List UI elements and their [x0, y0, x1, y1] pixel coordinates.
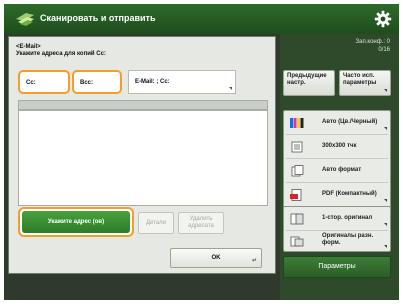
dropdown-arrow-icon — [384, 127, 387, 130]
original-size-label-1: Оригиналы разн. — [322, 233, 374, 239]
color-mode-icon — [290, 118, 304, 128]
file-type-label: PDF (Компактный) — [322, 191, 377, 197]
original-size-label: Оригиналы разн. форм. — [322, 233, 373, 247]
format-label: Авто формат — [322, 167, 362, 173]
specify-address-button[interactable]: Укажите адрес (ов) — [18, 207, 134, 237]
mixed-size-icon — [290, 236, 304, 247]
original-size-label-2: форм. — [322, 240, 341, 246]
color-mode-label: Авто (Цв./Черный) — [322, 119, 378, 125]
original-size-row[interactable]: Оригиналы разн. форм. — [284, 231, 390, 251]
color-mode-row[interactable]: Авто (Цв./Черный) — [284, 113, 390, 133]
dialog-title: <E-Mail> Укажите адреса для копий Cc: — [16, 44, 106, 58]
address-list-header — [18, 100, 268, 110]
parameters-button[interactable]: Параметры — [283, 256, 391, 278]
dialog-title-line-2: Укажите адреса для копий Cc: — [16, 51, 106, 57]
previous-settings-label-2: настр. — [287, 80, 306, 86]
file-type-row[interactable]: PDF (Компактный) — [284, 185, 390, 205]
ok-button[interactable]: OK ↵ — [170, 248, 262, 268]
return-arrow-icon: ↵ — [251, 258, 257, 264]
dropdown-arrow-icon — [384, 245, 387, 248]
dialog-title-line-1: <E-Mail> — [16, 44, 41, 50]
format-row[interactable]: Авто формат — [284, 161, 390, 181]
resolution-icon — [291, 141, 303, 153]
scan-send-icon — [16, 13, 34, 26]
previous-settings-label-1: Предыдущие — [287, 73, 327, 79]
delete-address-label-2: адресата — [188, 223, 214, 229]
dropdown-arrow-icon — [229, 87, 232, 90]
frequent-options-button[interactable]: Часто исп. параметры — [339, 70, 391, 96]
dropdown-arrow-icon — [384, 223, 387, 226]
counter-line-1: Зап.конф.: 0 — [355, 39, 391, 45]
previous-settings-button[interactable]: Предыдущие настр. — [283, 70, 335, 96]
job-counter: Зап.конф.: 0 0/16 — [280, 38, 391, 54]
format-icon — [291, 165, 304, 177]
duplex-icon — [290, 213, 304, 225]
specify-address-label: Укажите адрес (ов) — [22, 211, 130, 233]
tab-bcc[interactable]: Bcc: — [72, 70, 122, 94]
original-settings-panel: 1-стор. оригинал Оригиналы разн. форм. — [283, 206, 391, 252]
tab-email-cc-label: E-Mail: ; Cc: — [135, 79, 170, 85]
title-bar: Сканировать и отправить — [4, 4, 399, 34]
duplex-label: 1-стор. оригинал — [322, 215, 373, 221]
dropdown-arrow-icon — [384, 89, 387, 92]
ok-label: OK — [211, 255, 221, 261]
duplex-row[interactable]: 1-стор. оригинал — [284, 209, 390, 229]
tab-email-cc[interactable]: E-Mail: ; Cc: — [128, 70, 236, 94]
gear-icon[interactable] — [373, 9, 393, 29]
delete-address-button[interactable]: Удалить адресата — [178, 212, 224, 234]
tab-cc[interactable]: Cc: — [18, 70, 70, 94]
details-button[interactable]: Детали — [138, 212, 174, 234]
frequent-options-label-2: параметры — [343, 80, 377, 86]
pdf-icon — [290, 189, 302, 201]
divider — [286, 182, 388, 183]
counter-line-2: 0/16 — [378, 47, 390, 53]
resolution-label: 300x300 тчк — [322, 143, 357, 149]
delete-address-label-1: Удалить — [189, 216, 213, 222]
window-title: Сканировать и отправить — [40, 13, 156, 23]
resolution-row[interactable]: 300x300 тчк — [284, 137, 390, 157]
tab-bcc-label: Bcc: — [80, 80, 94, 86]
divider — [286, 134, 388, 135]
address-list[interactable] — [18, 110, 268, 206]
frequent-options-label-1: Часто исп. — [343, 73, 375, 79]
dropdown-arrow-icon — [384, 199, 387, 202]
divider — [286, 158, 388, 159]
tab-cc-label: Cc: — [26, 80, 36, 86]
